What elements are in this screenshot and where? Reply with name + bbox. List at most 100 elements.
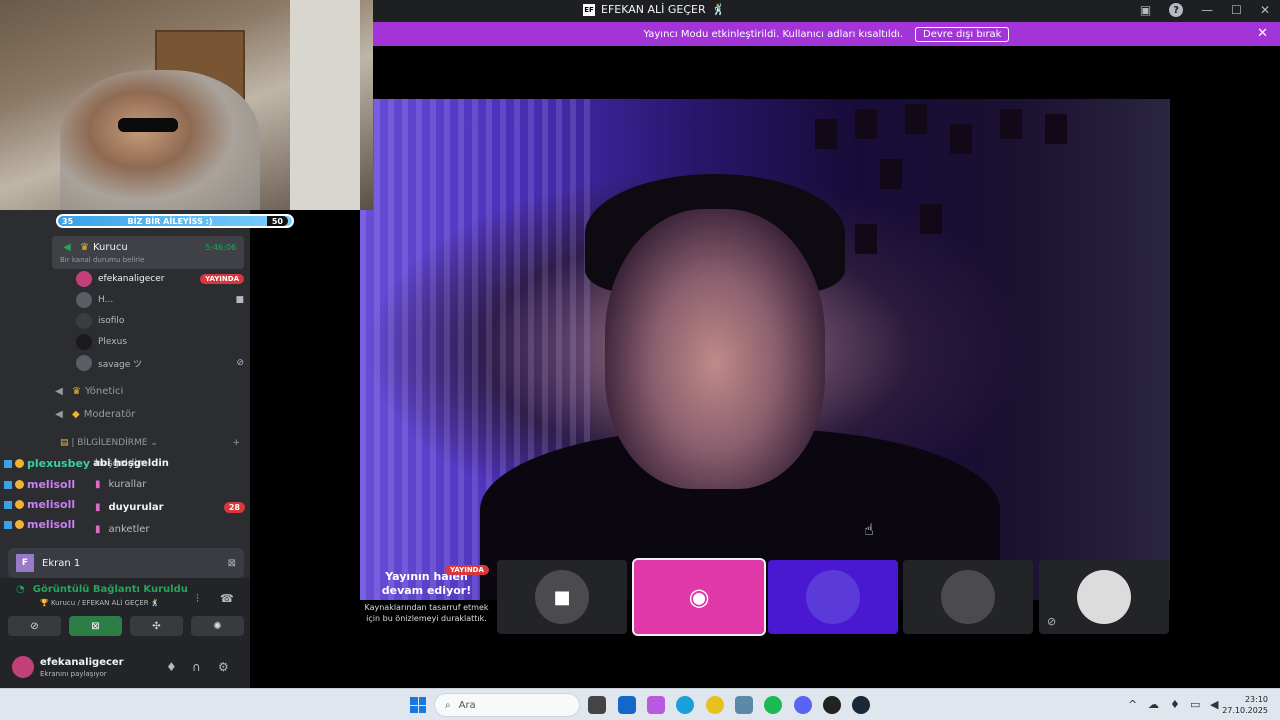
participant-tile-2[interactable]: ◉ (632, 558, 766, 636)
text-channel-anketler[interactable]: ▮ anketler (95, 524, 245, 535)
steam-icon[interactable] (852, 696, 870, 714)
channel-name: anketler (108, 524, 150, 535)
avatar[interactable] (12, 656, 34, 678)
disable-streamer-mode-button[interactable]: Devre dışı bırak (915, 26, 1010, 42)
discord-logo-icon: ◉ (688, 583, 710, 611)
badge-icon (15, 459, 24, 468)
add-channel-icon[interactable]: + (232, 438, 240, 448)
chevron-up-icon[interactable]: ^ (1128, 698, 1137, 711)
outlook-icon[interactable] (618, 696, 636, 714)
text-channel-kurallar[interactable]: ▮ kurallar (95, 479, 245, 490)
gear-icon[interactable]: ⚙ (218, 660, 229, 674)
participant-tile-5[interactable]: ⊘ (1039, 560, 1169, 634)
category-bilgilendirme[interactable]: ▤ | BİLGİLENDİRME ⌄ + (60, 438, 240, 448)
shield-icon: ◆ (72, 409, 80, 420)
avatar (76, 334, 92, 350)
network-app-icon[interactable] (735, 696, 753, 714)
participant-tile-3[interactable] (768, 560, 898, 634)
member-name: Plexus (98, 337, 128, 347)
title-bar: EF EFEKAN ALİ GEÇER 🕺 ▣ ? — ☐ ✕ (373, 0, 1280, 22)
camera-off-button[interactable]: ⊘ (8, 616, 61, 636)
clock-date: 27.10.2025 (1222, 706, 1268, 715)
badge-icon (15, 480, 24, 489)
discord-icon[interactable] (794, 696, 812, 714)
hype-bar-left-value: 35 (62, 216, 74, 226)
platform-icon (4, 520, 12, 529)
window-controls: ▣ ? — ☐ ✕ (1140, 3, 1270, 17)
badge-icon (15, 520, 24, 529)
chevron-down-icon: ⌄ (150, 438, 158, 448)
channel-name: Yönetici (84, 386, 124, 397)
webcam-streamer (60, 70, 260, 210)
microphone-tray-icon[interactable]: ♦ (1170, 698, 1180, 711)
stream-video[interactable] (360, 99, 1170, 600)
close-window-button[interactable]: ✕ (1260, 3, 1270, 17)
microphone-icon[interactable]: ♦ (166, 660, 177, 674)
avatar (76, 271, 92, 287)
voice-member[interactable]: savage ツ ⊘ (76, 353, 244, 373)
screen-share-button[interactable]: ⊠ (69, 616, 122, 636)
channel-status-placeholder[interactable]: Bir kanal durumu belirle (60, 256, 144, 264)
screen-share-label: Ekran 1 (42, 557, 81, 569)
user-name: efekanaligecer (40, 656, 124, 668)
help-icon[interactable]: ? (1169, 3, 1184, 17)
participant-tile-1[interactable]: ■ (497, 560, 627, 634)
participant-avatar (806, 570, 860, 624)
voice-channel-kurucu[interactable]: ◀ ♛ Kurucu 5:46:06 Bir kanal durumu beli… (52, 236, 244, 269)
voice-member[interactable]: isofilo (76, 311, 244, 331)
hype-bar-right-value: 50 (266, 216, 288, 226)
text-channel-duyurular[interactable]: ▮ duyurular 28 (95, 502, 245, 513)
noise-suppression-icon[interactable]: ⫶ (196, 592, 199, 606)
platform-icon (4, 500, 12, 509)
server-logo-icon: EF (583, 3, 595, 16)
cloud-off-icon[interactable]: ☁ (1148, 698, 1159, 711)
soundboard-button[interactable]: ✺ (191, 616, 244, 636)
channel-icon: ▮ (95, 524, 101, 535)
window-title-emoji: 🕺 (711, 3, 726, 16)
inbox-icon[interactable]: ▣ (1140, 3, 1151, 17)
copilot-icon[interactable] (647, 696, 665, 714)
windows-start-icon[interactable] (410, 697, 426, 713)
chat-text: abi hoşgeldin (93, 458, 169, 469)
chrome-icon[interactable] (706, 696, 724, 714)
user-panel: efekanaligecer Ekranını paylaşıyor ♦ ∩ ⚙ (0, 646, 250, 688)
member-name: H... (98, 295, 114, 305)
avatar (76, 355, 92, 371)
stop-share-icon[interactable]: ⊠ (228, 558, 236, 569)
minimize-button[interactable]: — (1201, 3, 1213, 17)
category-name: | BİLGİLENDİRME (71, 438, 148, 448)
voice-channel-yonetici[interactable]: ◀ ♛ Yönetici (52, 381, 244, 402)
scroll-icon: ▤ (60, 438, 69, 448)
task-view-icon[interactable] (588, 696, 606, 714)
headphones-icon[interactable]: ∩ (192, 660, 201, 674)
edge-icon[interactable] (676, 696, 694, 714)
taskbar-search[interactable]: ⌕ Ara (434, 693, 580, 717)
maximize-button[interactable]: ☐ (1231, 3, 1242, 17)
voice-member[interactable]: H... ■ (76, 290, 244, 310)
participant-tile-4[interactable] (903, 560, 1033, 634)
monitor-tray-icon[interactable]: ▭ (1190, 698, 1200, 711)
obs-icon[interactable] (823, 696, 841, 714)
voice-channel-moderator[interactable]: ◀ ◆ Moderatör (52, 404, 244, 425)
screen-share-card[interactable]: F Ekran 1 ⊠ (8, 548, 244, 578)
voice-member[interactable]: efekanaligecer YAYINDA (76, 269, 244, 289)
unread-badge: 28 (223, 502, 245, 513)
disconnect-icon[interactable]: ☎ (220, 592, 234, 605)
voice-member[interactable]: Plexus (76, 332, 244, 352)
channel-name: duyurular (108, 502, 164, 513)
window-title-text: EFEKAN ALİ GEÇER (601, 3, 706, 16)
chat-user: melisoll (27, 518, 76, 531)
search-icon: ⌕ (445, 699, 451, 711)
volume-icon[interactable]: ◀ (1210, 698, 1218, 711)
chat-user: plexusbey (27, 457, 91, 470)
voice-location[interactable]: 🏆 Kurucu / EFEKAN ALİ GEÇER 🕺 (40, 599, 160, 607)
taskbar-clock[interactable]: 23:10 27.10.2025 (1222, 694, 1268, 716)
webcam-background-door (290, 0, 360, 210)
activities-button[interactable]: ✣ (130, 616, 183, 636)
avatar (76, 313, 92, 329)
spotify-icon[interactable] (764, 696, 782, 714)
screen-thumbnail: F (16, 554, 34, 572)
badge-icon (15, 500, 24, 509)
banner-close-icon[interactable]: ✕ (1257, 26, 1268, 41)
camera-icon: ■ (235, 295, 244, 305)
